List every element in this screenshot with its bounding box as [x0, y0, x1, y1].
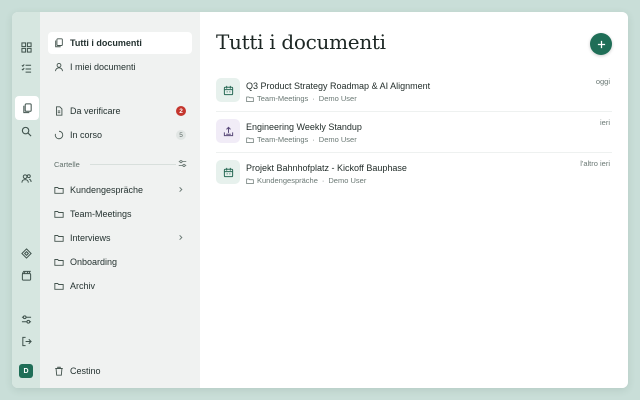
sidebar: Tutti i documenti I miei documenti Da ve…	[40, 12, 200, 388]
count-badge: 2	[176, 106, 186, 116]
divider	[216, 152, 612, 153]
document-user: Demo User	[318, 135, 357, 144]
documents-icon	[54, 38, 64, 48]
sidebar-item-label: I miei documenti	[70, 62, 136, 72]
document-row[interactable]: Q3 Product Strategy Roadmap & AI Alignme…	[216, 74, 612, 112]
document-title: Engineering Weekly Standup	[246, 122, 362, 132]
sidebar-folder-team-meetings[interactable]: Team-Meetings	[48, 203, 192, 225]
sidebar-folder-archiv[interactable]: Archiv	[48, 275, 192, 297]
add-document-button[interactable]	[590, 33, 612, 55]
sliders-icon[interactable]	[17, 310, 35, 328]
document-row[interactable]: Projekt Bahnhofplatz - Kickoff Bauphase …	[216, 156, 612, 194]
user-icon	[54, 62, 64, 72]
upload-tray-icon	[216, 119, 240, 143]
document-folder: Team-Meetings	[257, 94, 309, 103]
folder-icon	[54, 185, 64, 195]
trash-icon	[54, 366, 64, 376]
document-row[interactable]: Engineering Weekly Standup Team-Meetings…	[216, 115, 612, 153]
folder-label: Team-Meetings	[70, 209, 132, 219]
folder-label: Interviews	[70, 233, 111, 243]
logout-icon[interactable]	[17, 332, 35, 350]
main-content: Tutti i documenti Q3 Product Strategy Ro…	[200, 12, 628, 388]
plus-icon	[597, 40, 605, 48]
sidebar-item-label: In corso	[70, 130, 103, 140]
calendar-icon	[216, 160, 240, 184]
folder-icon	[54, 257, 64, 267]
icon-rail: D	[12, 12, 40, 388]
document-meta: Team-Meetings · Demo User	[246, 94, 357, 103]
calendar-icon	[216, 78, 240, 102]
sidebar-item-all-documents[interactable]: Tutti i documenti	[48, 32, 192, 54]
spinner-icon	[54, 130, 64, 140]
document-date: ieri	[599, 118, 610, 127]
divider	[216, 111, 612, 112]
document-folder: Team-Meetings	[257, 135, 309, 144]
search-icon[interactable]	[17, 122, 35, 140]
document-meta: Team-Meetings · Demo User	[246, 135, 357, 144]
folder-label: Kundengespräche	[70, 185, 144, 195]
folders-section-label: Cartelle	[54, 160, 80, 169]
sidebar-item-label: Tutti i documenti	[70, 38, 142, 48]
folder-label: Archiv	[70, 281, 96, 291]
sidebar-item-label: Cestino	[70, 366, 101, 376]
app-window: D Tutti i documenti I miei documenti Da …	[12, 12, 628, 388]
folder-icon	[54, 281, 64, 291]
separator-dot: ·	[312, 135, 315, 144]
document-folder: Kundengespräche	[257, 176, 318, 185]
filter-settings-icon[interactable]	[178, 159, 187, 168]
avatar[interactable]: D	[19, 364, 33, 378]
divider	[90, 164, 176, 165]
folder-icon	[246, 177, 254, 185]
puzzle-icon[interactable]	[17, 244, 35, 262]
document-meta: Kundengespräche · Demo User	[246, 176, 366, 185]
chevron-right-icon[interactable]	[177, 234, 184, 241]
users-icon[interactable]	[17, 169, 35, 187]
separator-dot: ·	[321, 176, 325, 185]
chevron-right-icon[interactable]	[177, 186, 184, 193]
sidebar-folder-onboarding[interactable]: Onboarding	[48, 251, 192, 273]
sidebar-folder-interviews[interactable]: Interviews	[48, 227, 192, 249]
sidebar-item-in-progress[interactable]: In corso 5	[48, 124, 192, 146]
count-badge: 5	[176, 130, 186, 140]
folder-icon	[54, 209, 64, 219]
folder-label: Onboarding	[70, 257, 118, 267]
sidebar-item-to-verify[interactable]: Da verificare 2	[48, 100, 192, 122]
documents-icon[interactable]	[15, 96, 39, 120]
folder-icon	[246, 136, 254, 144]
document-user: Demo User	[318, 94, 357, 103]
clapperboard-icon[interactable]	[17, 266, 35, 284]
dashboard-icon[interactable]	[17, 38, 35, 56]
sidebar-item-my-documents[interactable]: I miei documenti	[48, 56, 192, 78]
document-user: Demo User	[328, 176, 367, 185]
page-title: Tutti i documenti	[216, 30, 386, 54]
sidebar-folder-kundengespraeche[interactable]: Kundengespräche	[48, 179, 192, 201]
document-title: Q3 Product Strategy Roadmap & AI Alignme…	[246, 81, 431, 91]
checklist-icon[interactable]	[17, 59, 35, 77]
file-icon	[54, 106, 64, 116]
document-date: oggi	[595, 77, 610, 86]
document-date: l'altro ieri	[580, 159, 610, 168]
sidebar-item-label: Da verificare	[70, 106, 121, 116]
folder-icon	[246, 95, 254, 103]
document-title: Projekt Bahnhofplatz - Kickoff Bauphase	[246, 163, 407, 173]
sidebar-item-trash[interactable]: Cestino	[48, 360, 192, 382]
separator-dot: ·	[312, 94, 315, 103]
folder-icon	[54, 233, 64, 243]
